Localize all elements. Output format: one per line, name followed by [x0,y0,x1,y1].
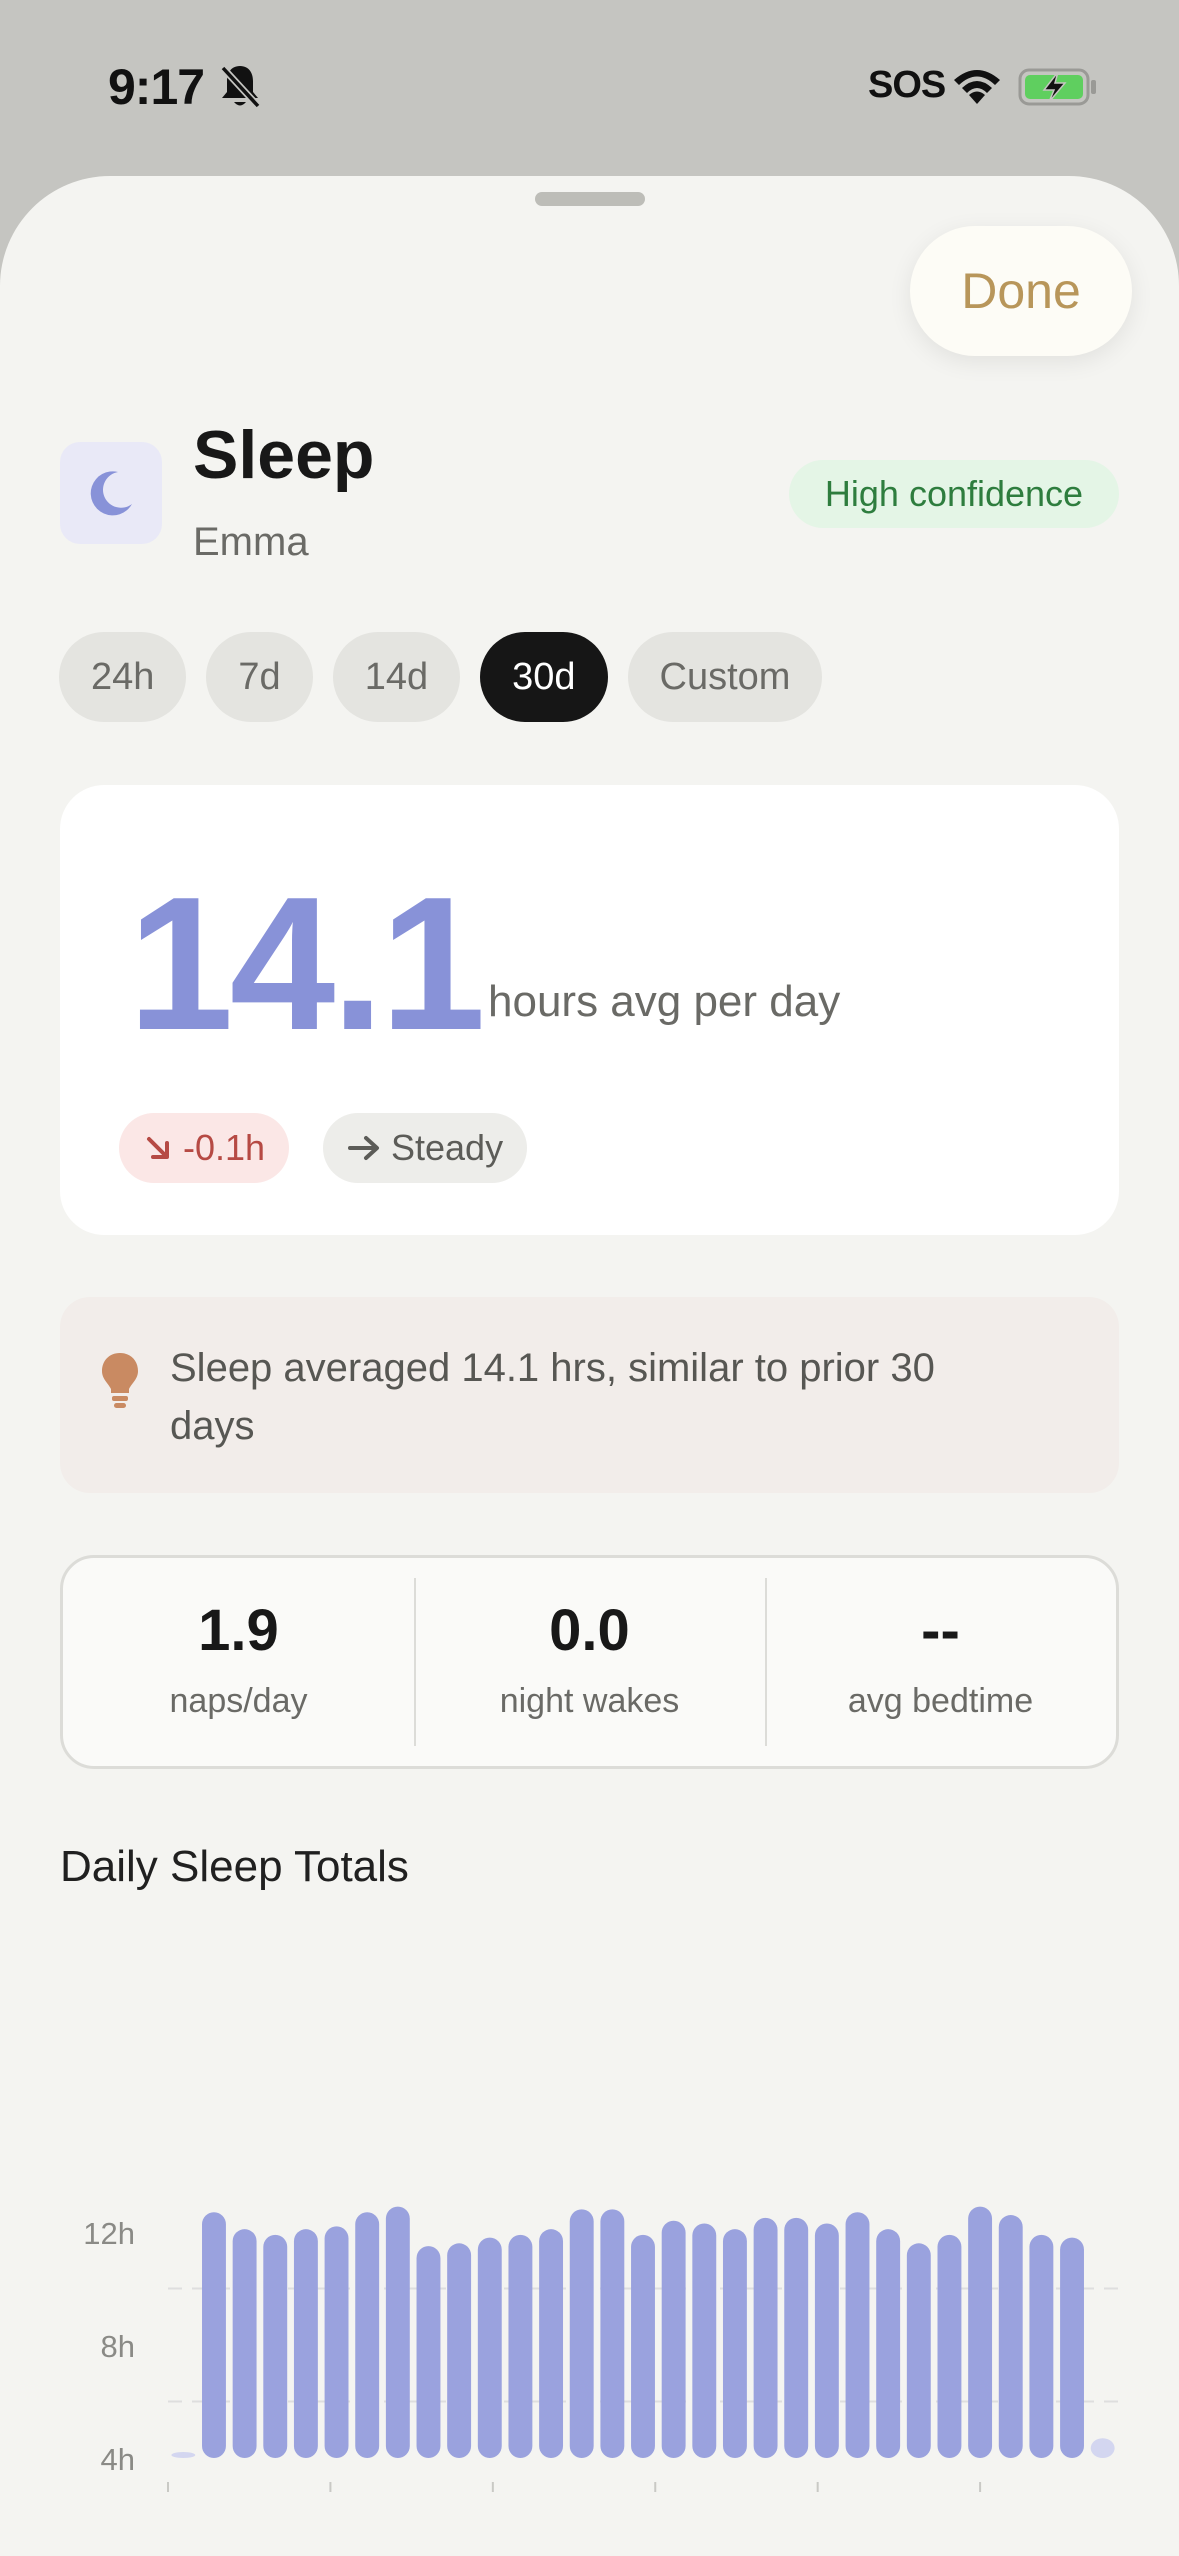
sleep-bar[interactable] [477,2237,502,2458]
stat-night-wakes: 0.0 night wakes [414,1558,765,1766]
sheet-grabber[interactable] [535,192,645,206]
insight-text: Sleep averaged 14.1 hrs, similar to prio… [170,1346,935,1448]
detail-sheet: Done Sleep Emma High confidence 24h 7d 1… [0,176,1179,2556]
lightbulb-icon [102,1353,138,1408]
arrow-right-icon [348,1136,379,1160]
sleep-bar[interactable] [385,2206,410,2458]
moon-icon-tile [60,442,162,544]
sleep-bar[interactable] [263,2234,288,2458]
status-sos: SOS [868,64,946,106]
sleep-bar[interactable] [171,2452,196,2458]
sleep-bar[interactable] [937,2234,962,2458]
sleep-bar[interactable] [539,2229,564,2458]
stat-value: 1.9 [198,1598,279,1663]
stat-label: naps/day [169,1682,308,1720]
stat-value: 0.0 [549,1598,630,1663]
sleep-bar[interactable] [202,2212,226,2458]
sleep-bar[interactable] [569,2209,594,2458]
sleep-bar[interactable] [600,2209,625,2458]
stat-naps: 1.9 naps/day [63,1558,414,1766]
y-tick-label: 12h [83,2216,135,2251]
arrow-down-right-icon [147,1137,169,1159]
stat-value: -- [921,1598,960,1663]
sleep-bar[interactable] [968,2206,993,2458]
page-title: Sleep [193,417,375,493]
tab-24h[interactable]: 24h [59,632,187,722]
sleep-bar[interactable] [845,2212,870,2458]
sleep-bar[interactable] [876,2229,901,2458]
tab-14d[interactable]: 14d [332,632,461,722]
delta-chip: -0.1h [119,1113,290,1183]
sleep-bar[interactable] [1090,2438,1115,2458]
status-time: 9:17 [108,59,205,115]
sleep-bar[interactable] [416,2246,441,2458]
sleep-bar[interactable] [692,2223,717,2458]
section-title: Daily Sleep Totals [60,1842,409,1891]
sleep-bar[interactable] [324,2226,349,2458]
sleep-bar[interactable] [508,2234,533,2458]
sleep-bar[interactable] [1060,2237,1084,2458]
sleep-bar[interactable] [722,2229,747,2458]
sleep-bar[interactable] [784,2217,809,2458]
confidence-badge: High confidence [789,460,1119,528]
status-bar: 9:17 SOS [0,0,1179,175]
summary-card: 14.1 hours avg per day -0.1h Steady [60,785,1119,1235]
trend-label: Steady [391,1127,504,1168]
average-value: 14.1 [128,858,486,1070]
trend-chip: Steady [323,1113,528,1183]
range-tabs: 24h 7d 14d 30d Custom [59,632,823,722]
daily-sleep-chart: 12h 8h 4h [83,2206,1118,2492]
stat-avg-bedtime: -- avg bedtime [765,1558,1116,1766]
delta-value: -0.1h [183,1127,266,1168]
sleep-bar[interactable] [1029,2234,1054,2458]
sleep-bar[interactable] [661,2220,686,2458]
child-name: Emma [193,520,309,564]
tab-custom[interactable]: Custom [627,632,823,722]
tab-30d[interactable]: 30d [480,632,608,722]
sleep-bar[interactable] [447,2243,472,2458]
sleep-bar[interactable] [814,2223,839,2458]
bell-slash-icon [220,65,261,109]
sleep-bar[interactable] [753,2217,778,2458]
y-tick-label: 4h [101,2442,135,2477]
tab-7d[interactable]: 7d [206,632,313,722]
y-tick-label: 8h [101,2329,135,2364]
moon-icon [90,471,132,516]
average-unit: hours avg per day [488,977,841,1026]
wifi-icon [954,70,1000,104]
sleep-bar[interactable] [355,2212,380,2458]
sleep-bar[interactable] [631,2234,655,2458]
sleep-bar[interactable] [293,2229,318,2458]
battery-charging-icon [1018,68,1096,106]
sleep-bar[interactable] [998,2215,1023,2458]
stat-label: night wakes [499,1682,680,1720]
sleep-bar[interactable] [906,2243,931,2458]
insight-card: Sleep averaged 14.1 hrs, similar to prio… [60,1297,1119,1493]
done-button[interactable]: Done [910,226,1132,356]
sleep-bar[interactable] [232,2229,257,2458]
stat-label: avg bedtime [847,1682,1034,1720]
stats-row: 1.9 naps/day 0.0 night wakes -- avg bedt… [60,1555,1119,1769]
